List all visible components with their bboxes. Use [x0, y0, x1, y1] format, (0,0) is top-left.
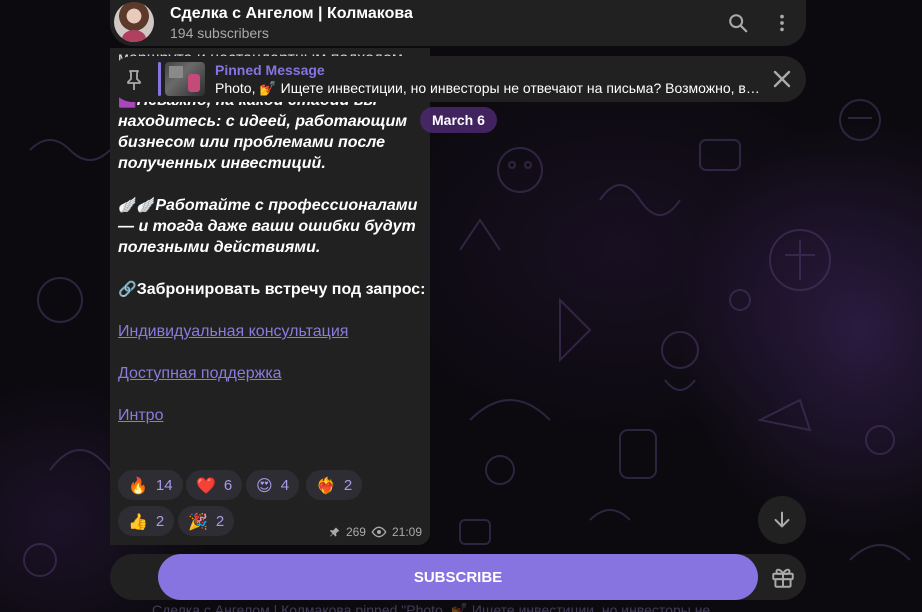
reaction-count: 2 [155, 512, 165, 530]
reaction-fire[interactable]: 🔥 14 [118, 470, 183, 500]
scroll-down-button[interactable] [758, 496, 806, 544]
channel-post: маршрута и нестандартным подходом. 🟪Нева… [110, 48, 430, 545]
link-intro[interactable]: Интро [118, 407, 163, 424]
link-individual-consultation[interactable]: Индивидуальная консультация [118, 323, 348, 340]
date-separator: March 6 [420, 107, 497, 133]
pin-icon[interactable] [122, 68, 146, 92]
pinned-message-bar[interactable]: Pinned Message Photo, 💅 Ищете инвестиции… [110, 56, 806, 102]
heart-on-fire-icon: ❤️‍🔥 [316, 475, 336, 495]
reaction-count: 2 [343, 476, 353, 494]
chat-header[interactable]: Сделка с Ангелом | Колмакова 194 subscri… [110, 0, 806, 46]
link-emoji-icon: 🔗 [118, 280, 137, 298]
link-affordable-support[interactable]: Доступная поддержка [118, 365, 282, 382]
avatar[interactable] [114, 2, 154, 42]
reaction-thumbs-up[interactable]: 👍 2 [118, 506, 175, 536]
arrow-down-icon [774, 511, 790, 528]
fire-icon: 🔥 [128, 475, 148, 495]
reaction-party[interactable]: 🎉 2 [178, 506, 235, 536]
eye-icon [371, 526, 387, 538]
search-icon [729, 14, 748, 33]
subscriber-count: 194 subscribers [170, 25, 269, 41]
post-time: 21:09 [391, 525, 422, 539]
heart-icon: ❤️ [196, 475, 216, 495]
reaction-heart-fire[interactable]: ❤️‍🔥 2 [306, 470, 363, 500]
search-button[interactable] [723, 8, 753, 38]
pinned-indicator [158, 62, 161, 96]
pinned-small-icon [329, 527, 340, 537]
post-meta: 269 21:09 [329, 525, 422, 539]
subscribe-button[interactable]: SUBSCRIBE [158, 554, 758, 600]
pinned-thumbnail [165, 62, 205, 96]
post-paragraph-1: 🟪Неважно, на какой стадии вы находитесь:… [118, 90, 426, 174]
reaction-heart-eyes[interactable]: 😍 4 [246, 470, 300, 500]
reaction-count: 4 [280, 476, 290, 494]
close-icon[interactable] [770, 67, 794, 91]
reaction-count: 14 [155, 476, 173, 494]
more-vertical-icon [780, 14, 784, 32]
more-button[interactable] [767, 8, 797, 38]
service-message-preview: Сделка с Ангелом | Колмакова pinned "Pho… [152, 602, 711, 612]
heart-eyes-icon: 😍 [256, 475, 273, 495]
composer-bar: SUBSCRIBE [110, 554, 806, 600]
wings-emoji-icon: 🪽🪽 [118, 196, 156, 214]
pinned-text: Photo, 💅 Ищете инвестиции, но инвесторы … [215, 80, 760, 96]
post-body: маршрута и нестандартным подходом. 🟪Нева… [118, 50, 426, 426]
post-paragraph-3: 🔗Забронировать встречу под запрос: [118, 280, 426, 298]
party-popper-icon: 🎉 [188, 511, 208, 531]
reaction-heart[interactable]: ❤️ 6 [186, 470, 243, 500]
reaction-count: 2 [215, 512, 225, 530]
view-count: 269 [345, 525, 366, 539]
post-paragraph-2: 🪽🪽Работайте с профессионалами — и тогда … [118, 196, 418, 256]
thumbs-up-icon: 👍 [128, 511, 148, 531]
channel-title[interactable]: Сделка с Ангелом | Колмакова [170, 5, 413, 23]
gift-icon[interactable] [770, 564, 796, 590]
reaction-count: 6 [223, 476, 233, 494]
pinned-title: Pinned Message [215, 62, 325, 78]
